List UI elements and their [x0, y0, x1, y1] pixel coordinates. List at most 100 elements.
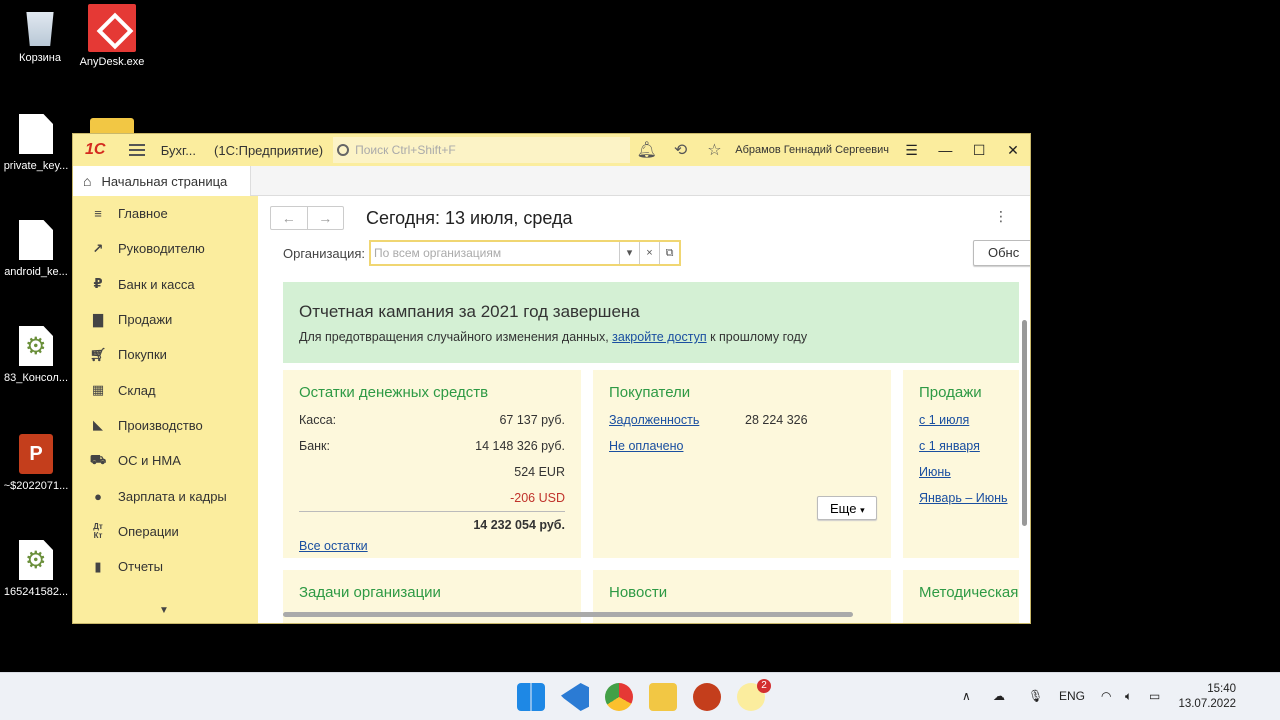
microphone-icon[interactable]: 🎙︎ — [1028, 689, 1043, 703]
sales-link[interactable]: с 1 июля — [919, 413, 969, 427]
sidebar-item-label: Руководителю — [118, 241, 205, 257]
sales-link[interactable]: с 1 января — [919, 439, 980, 453]
row-label: Банк: — [299, 439, 330, 453]
desktop-icon-recycle-bin[interactable]: Корзина — [0, 6, 80, 64]
desktop-icon-console[interactable]: 83_Консол... — [0, 326, 76, 384]
cash-balance-card: Остатки денежных средств Касса: 67 137 ру… — [283, 370, 581, 558]
close-button[interactable]: ✕ — [996, 142, 1030, 159]
clear-icon[interactable]: × — [639, 242, 659, 264]
sidebar-item-label: Зарплата и кадры — [118, 488, 227, 504]
unpaid-link[interactable]: Не оплачено — [609, 439, 683, 453]
sidebar-item-manager[interactable]: ↗ Руководителю — [73, 231, 258, 266]
scrollbar-thumb[interactable] — [1022, 320, 1027, 526]
clock[interactable]: 15:40 13.07.2022 — [1178, 682, 1236, 712]
maximize-button[interactable]: ☐ — [962, 142, 996, 159]
banner-text-before: Для предотвращения случайного изменения … — [299, 330, 609, 344]
sales-link[interactable]: Январь – Июнь — [919, 491, 1008, 505]
scroll-down-icon[interactable]: ▼ — [159, 605, 169, 616]
sidebar-item-fixed-assets[interactable]: ⛟ ОС и НМА — [73, 443, 258, 478]
truck-icon: ⛟ — [89, 451, 107, 467]
organization-placeholder: По всем организациям — [374, 246, 502, 260]
sidebar-item-label: Главное — [118, 206, 168, 222]
sidebar-item-sales[interactable]: ▇ Продажи — [73, 302, 258, 337]
scrollbar-thumb[interactable] — [283, 612, 853, 617]
sidebar-item-warehouse[interactable]: ▦ Склад — [73, 372, 258, 407]
organization-select[interactable]: По всем организациям ▾ × ⧉ — [369, 240, 681, 266]
more-button[interactable]: Еще ▾ — [817, 496, 877, 520]
cash-total: 14 232 054 руб. — [473, 517, 565, 532]
banner-text: Для предотвращения случайного изменения … — [299, 330, 1003, 344]
search-input[interactable]: Поиск Ctrl+Shift+F — [333, 137, 630, 163]
open-icon[interactable]: ⧉ — [659, 242, 679, 264]
desktop-icon-config[interactable]: 165241582... — [0, 540, 76, 598]
history-icon[interactable]: ⟲ — [664, 140, 698, 160]
sidebar-item-purchases[interactable]: 🛒︎ Покупки — [73, 337, 258, 372]
clock-date: 13.07.2022 — [1178, 698, 1236, 710]
settings-menu-icon[interactable]: ☰ — [895, 142, 929, 159]
sidebar: ≡ Главное ↗ Руководителю ₽ Банк и касса ▇ Пр… — [73, 196, 258, 623]
cash-row: 524 EUR — [299, 459, 565, 485]
warehouse-icon: ▦ — [91, 382, 105, 398]
minimize-button[interactable]: — — [928, 142, 962, 158]
chrome-icon[interactable] — [605, 683, 633, 711]
bar-chart-icon: ▮ — [94, 558, 102, 574]
wifi-icon[interactable]: ◠ — [1101, 689, 1111, 703]
desktop-icon-label: private_key... — [3, 160, 69, 172]
dropdown-arrow-icon: ▾ — [860, 505, 865, 515]
desktop-icon-label: 165241582... — [3, 586, 69, 598]
horizontal-scrollbar[interactable] — [283, 610, 1007, 618]
desktop-icon-anydesk[interactable]: AnyDesk.exe — [72, 4, 152, 68]
desktop-icon-label: 83_Консол... — [3, 372, 69, 384]
dropdown-arrow-icon[interactable]: ▾ — [619, 242, 639, 264]
more-actions-icon[interactable]: ⋮ — [994, 208, 1008, 225]
sales-link[interactable]: Июнь — [919, 465, 951, 479]
news-card-title: Новости — [609, 584, 668, 601]
language-indicator[interactable]: ENG — [1059, 689, 1085, 703]
sidebar-item-operations[interactable]: Дт Кт Операции — [73, 514, 258, 549]
desktop-icon-label: ~$2022071... — [3, 480, 69, 492]
sidebar-item-reports[interactable]: ▮ Отчеты — [73, 549, 258, 584]
forward-button[interactable]: → — [308, 207, 344, 229]
debt-value: 28 224 326 — [745, 413, 808, 427]
file-explorer-icon[interactable] — [649, 683, 677, 711]
sidebar-item-production[interactable]: ◣ Производство — [73, 408, 258, 443]
all-balances-link[interactable]: Все остатки — [299, 539, 368, 553]
anydesk-icon — [88, 4, 136, 52]
tasks-card-title: Задачи организации — [299, 584, 441, 601]
row-label: Касса: — [299, 413, 337, 427]
desktop-icon-android-key[interactable]: android_ke... — [0, 220, 76, 278]
sidebar-item-label: Производство — [118, 417, 203, 433]
vertical-scrollbar[interactable] — [1020, 320, 1028, 600]
customers-card: Покупатели Задолженность 28 224 326 Не оп… — [593, 370, 891, 558]
sidebar-item-salary[interactable]: ● Зарплата и кадры — [73, 478, 258, 513]
battery-icon[interactable]: ▭ — [1149, 689, 1160, 703]
refresh-button[interactable]: Обнс — [973, 240, 1030, 266]
search-placeholder: Поиск Ctrl+Shift+F — [355, 143, 456, 157]
star-icon[interactable]: ☆ — [697, 140, 731, 160]
sidebar-item-main[interactable]: ≡ Главное — [73, 196, 258, 231]
desktop-icon-label: AnyDesk.exe — [79, 56, 145, 68]
sales-card-title: Продажи — [919, 384, 982, 401]
desktop-icon-pptx[interactable]: P ~$2022071... — [0, 434, 76, 492]
unpaid-row: Не оплачено — [609, 433, 875, 459]
sidebar-item-bank[interactable]: ₽ Банк и касса — [73, 267, 258, 302]
1c-taskbar-icon[interactable]: 2 — [737, 679, 771, 711]
onedrive-icon[interactable]: ☁ — [993, 689, 1005, 703]
folder-icon[interactable] — [90, 118, 134, 134]
volume-icon[interactable]: 🔈︎ — [1125, 689, 1132, 704]
close-access-link[interactable]: закройте доступ — [612, 330, 706, 344]
vscode-icon[interactable] — [561, 683, 589, 711]
chevron-up-icon[interactable]: ∧ — [962, 689, 971, 703]
tab-home-page[interactable]: ⌂ Начальная страница — [73, 166, 251, 196]
home-icon: ⌂ — [83, 173, 92, 189]
bell-icon[interactable]: 🔔︎ — [630, 140, 664, 160]
main-menu-icon[interactable] — [128, 144, 145, 156]
powerpoint-icon[interactable] — [693, 683, 721, 711]
debt-link[interactable]: Задолженность — [609, 413, 745, 427]
row-value: 67 137 руб. — [499, 413, 565, 427]
start-menu-icon[interactable] — [517, 683, 545, 711]
current-user[interactable]: Абрамов Геннадий Сергеевич — [735, 144, 894, 156]
back-button[interactable]: ← — [271, 207, 308, 229]
desktop-icon-private-key[interactable]: private_key... — [0, 114, 76, 172]
config-file-icon — [19, 326, 53, 366]
